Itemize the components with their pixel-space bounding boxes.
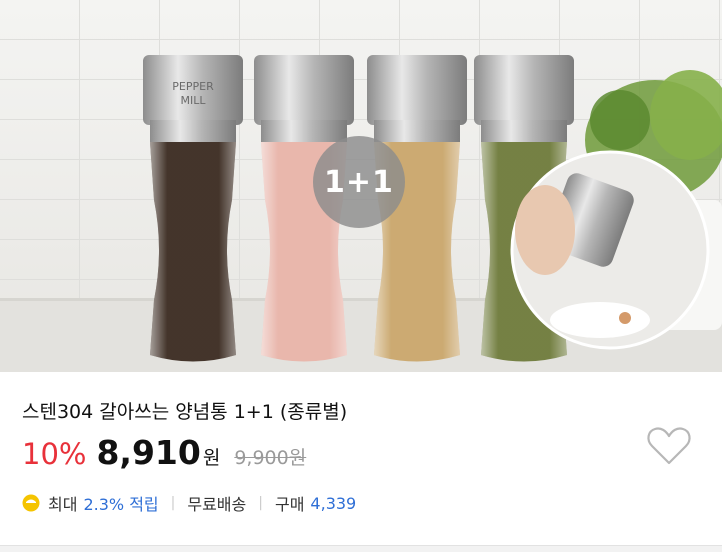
product-card[interactable]: PEPPER MILL 1+1 스텐304 갈아쓰는 양념통 1+1 (종류별)… xyxy=(0,0,722,546)
purchase-label: 구매 xyxy=(274,495,305,514)
price-unit: 원 xyxy=(202,447,221,469)
price-row: 10% 8,910 원 9,900원 xyxy=(22,433,306,477)
purchase-count: 4,339 xyxy=(310,493,357,513)
wishlist-heart-icon[interactable] xyxy=(646,426,692,466)
product-image[interactable]: PEPPER MILL 1+1 xyxy=(0,0,722,372)
one-plus-one-badge: 1+1 xyxy=(313,136,405,228)
divider: | xyxy=(170,495,176,511)
original-price: 9,900원 xyxy=(234,447,307,469)
points-coin-icon xyxy=(22,494,40,512)
discount-rate: 10% xyxy=(22,437,87,471)
divider: | xyxy=(258,495,263,511)
svg-text:MILL: MILL xyxy=(181,94,207,107)
inset-detail-circle xyxy=(510,150,710,350)
jar-pepper: PEPPER MILL xyxy=(143,55,243,362)
free-shipping-label: 무료배송 xyxy=(187,495,247,514)
product-title[interactable]: 스텐304 갈아쓰는 양념통 1+1 (종류별) xyxy=(22,397,347,424)
sale-price: 8,910 xyxy=(96,433,201,472)
svg-text:PEPPER: PEPPER xyxy=(172,80,214,93)
points-rate: 2.3% 적립 xyxy=(83,495,159,514)
points-label: 최대 xyxy=(48,495,78,514)
meta-row: 최대 2.3% 적립 | 무료배송 | 구매 4,339 xyxy=(22,491,356,515)
